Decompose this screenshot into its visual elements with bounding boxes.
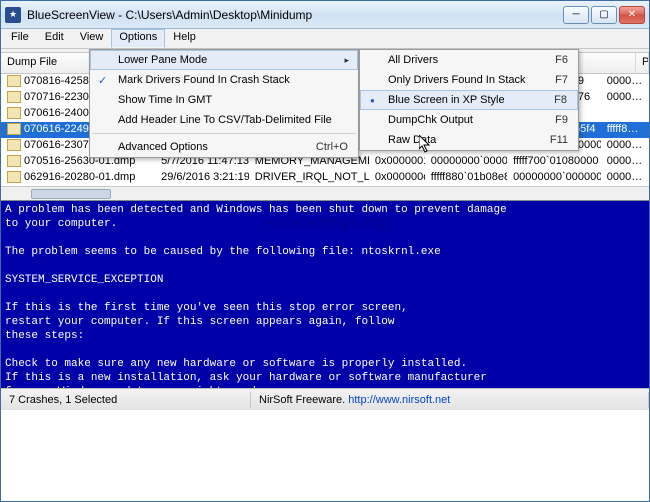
menu-separator: [92, 133, 356, 134]
menubar: File Edit View Options Help: [1, 29, 649, 49]
menu-edit[interactable]: Edit: [37, 29, 72, 48]
menu-item[interactable]: Add Header Line To CSV/Tab-Delimited Fil…: [90, 110, 358, 130]
cell: 0000…: [601, 138, 649, 154]
menu-item[interactable]: Advanced OptionsCtrl+O: [90, 137, 358, 157]
cell: fffff8…: [601, 122, 649, 138]
minimize-button[interactable]: ─: [563, 6, 589, 24]
close-button[interactable]: ✕: [619, 6, 645, 24]
dump-icon: [7, 91, 21, 103]
titlebar: ★ BlueScreenView - C:\Users\Admin\Deskto…: [1, 1, 649, 29]
submenu-item[interactable]: Blue Screen in XP StyleF8: [360, 90, 578, 110]
lower-pane-bsod: A problem has been detected and Windows …: [1, 200, 649, 388]
menu-options[interactable]: Options: [111, 29, 165, 48]
cell: 29/6/2016 3:21:19 μμ: [155, 170, 249, 186]
cell: 062916-20280-01.dmp: [1, 170, 155, 186]
submenu-item[interactable]: Raw DataF11: [360, 130, 578, 150]
cell: 00000000`000050…: [425, 154, 507, 170]
status-credits: NirSoft Freeware. http://www.nirsoft.net: [251, 392, 649, 408]
shortcut-label: F11: [550, 134, 568, 146]
shortcut-label: F6: [555, 54, 568, 66]
menu-view[interactable]: View: [72, 29, 112, 48]
dump-icon: [7, 123, 21, 135]
dump-icon: [7, 75, 21, 87]
menu-item[interactable]: Mark Drivers Found In Crash Stack: [90, 70, 358, 90]
table-row[interactable]: 062916-20280-01.dmp29/6/2016 3:21:19 μμD…: [1, 170, 649, 186]
dump-icon: [7, 171, 21, 183]
cell: fffff700`01080000: [507, 154, 601, 170]
lower-pane-mode-submenu: All DriversF6Only Drivers Found In Stack…: [359, 49, 579, 151]
cell: DRIVER_IRQL_NOT_LESS_O…: [249, 170, 369, 186]
menu-item[interactable]: Lower Pane Mode: [90, 50, 358, 70]
cell: [601, 106, 649, 122]
hscroll-thumb[interactable]: [31, 189, 111, 199]
shortcut-label: Ctrl+O: [316, 141, 348, 153]
cell: 0000…: [601, 74, 649, 90]
window-title: BlueScreenView - C:\Users\Admin\Desktop\…: [27, 8, 563, 22]
app-window: ★ BlueScreenView - C:\Users\Admin\Deskto…: [0, 0, 650, 502]
cell: 00000000`000000…: [507, 170, 601, 186]
submenu-item[interactable]: DumpChk OutputF9: [360, 110, 578, 130]
cell: 0000…: [601, 154, 649, 170]
options-dropdown: Lower Pane ModeMark Drivers Found In Cra…: [89, 49, 359, 158]
submenu-item[interactable]: Only Drivers Found In StackF7: [360, 70, 578, 90]
shortcut-label: F7: [555, 74, 568, 86]
horizontal-scrollbar[interactable]: [1, 186, 649, 200]
cell: 0000…: [601, 170, 649, 186]
menu-item[interactable]: Show Time In GMT: [90, 90, 358, 110]
maximize-button[interactable]: ▢: [591, 6, 617, 24]
status-credit-text: NirSoft Freeware.: [259, 394, 348, 406]
menu-file[interactable]: File: [3, 29, 37, 48]
dump-icon: [7, 107, 21, 119]
status-credit-link[interactable]: http://www.nirsoft.net: [348, 394, 450, 406]
cell: 0x0000001a: [369, 154, 425, 170]
cell: 0x000000d1: [369, 170, 425, 186]
submenu-item[interactable]: All DriversF6: [360, 50, 578, 70]
menu-help[interactable]: Help: [165, 29, 204, 48]
dump-icon: [7, 139, 21, 151]
cell: 0000…: [601, 90, 649, 106]
statusbar: 7 Crashes, 1 Selected NirSoft Freeware. …: [1, 388, 649, 410]
dump-icon: [7, 155, 21, 167]
shortcut-label: F9: [555, 114, 568, 126]
status-crash-count: 7 Crashes, 1 Selected: [1, 392, 251, 408]
col-param2[interactable]: Para: [636, 53, 649, 73]
window-buttons: ─ ▢ ✕: [563, 6, 645, 24]
app-icon: ★: [5, 7, 21, 23]
shortcut-label: F8: [554, 94, 567, 106]
cell: fffff880`01b08e84: [425, 170, 507, 186]
